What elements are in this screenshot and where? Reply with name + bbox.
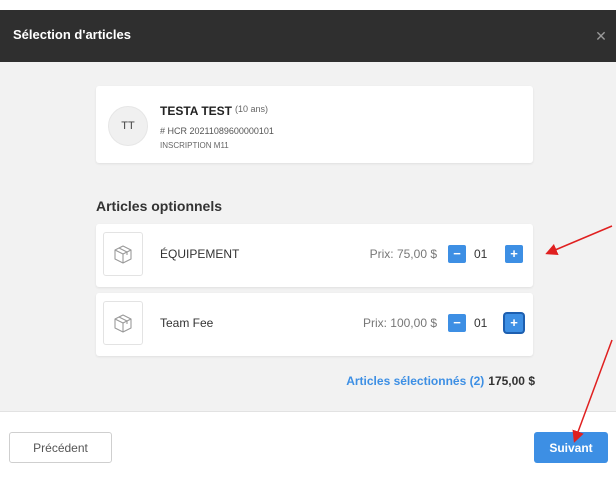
quantity-value: 01 — [474, 316, 488, 330]
modal-header: Sélection d'articles ✕ — [0, 10, 616, 62]
decrease-quantity-button[interactable]: − — [448, 245, 466, 263]
player-registration: INSCRIPTION M11 — [160, 141, 229, 150]
article-price: Prix: 75,00 $ — [369, 247, 437, 261]
avatar: TT — [108, 106, 148, 146]
player-name: TESTA TEST (10 ans) — [160, 104, 268, 118]
article-price: Prix: 100,00 $ — [362, 316, 437, 330]
selected-articles-link[interactable]: Articles sélectionnés (2) — [346, 374, 484, 388]
box-icon — [103, 232, 143, 276]
decrease-quantity-button[interactable]: − — [448, 314, 466, 332]
close-icon[interactable]: ✕ — [592, 26, 610, 46]
selection-total: 175,00 $ — [488, 374, 535, 388]
player-id: # HCR 20211089600000101 — [160, 126, 274, 136]
increase-quantity-button[interactable]: + — [505, 314, 523, 332]
article-row: ÉQUIPEMENT Prix: 75,00 $ − 01 + — [96, 224, 533, 287]
player-name-text: TESTA TEST — [160, 104, 232, 118]
previous-button[interactable]: Précédent — [9, 432, 112, 463]
modal-title: Sélection d'articles — [13, 27, 131, 42]
article-name: ÉQUIPEMENT — [160, 247, 240, 261]
increase-quantity-button[interactable]: + — [505, 245, 523, 263]
quantity-value: 01 — [474, 247, 488, 261]
modal-footer: Précédent Suivant — [0, 411, 616, 479]
next-button[interactable]: Suivant — [534, 432, 608, 463]
article-row: Team Fee Prix: 100,00 $ − 01 + — [96, 293, 533, 356]
section-title: Articles optionnels — [96, 198, 223, 214]
player-age: (10 ans) — [235, 104, 269, 114]
selection-summary: Articles sélectionnés (2) 175,00 $ — [346, 374, 535, 388]
player-card: TT TESTA TEST (10 ans) # HCR 202110896000… — [96, 86, 533, 163]
box-icon — [103, 301, 143, 345]
article-name: Team Fee — [160, 316, 214, 330]
